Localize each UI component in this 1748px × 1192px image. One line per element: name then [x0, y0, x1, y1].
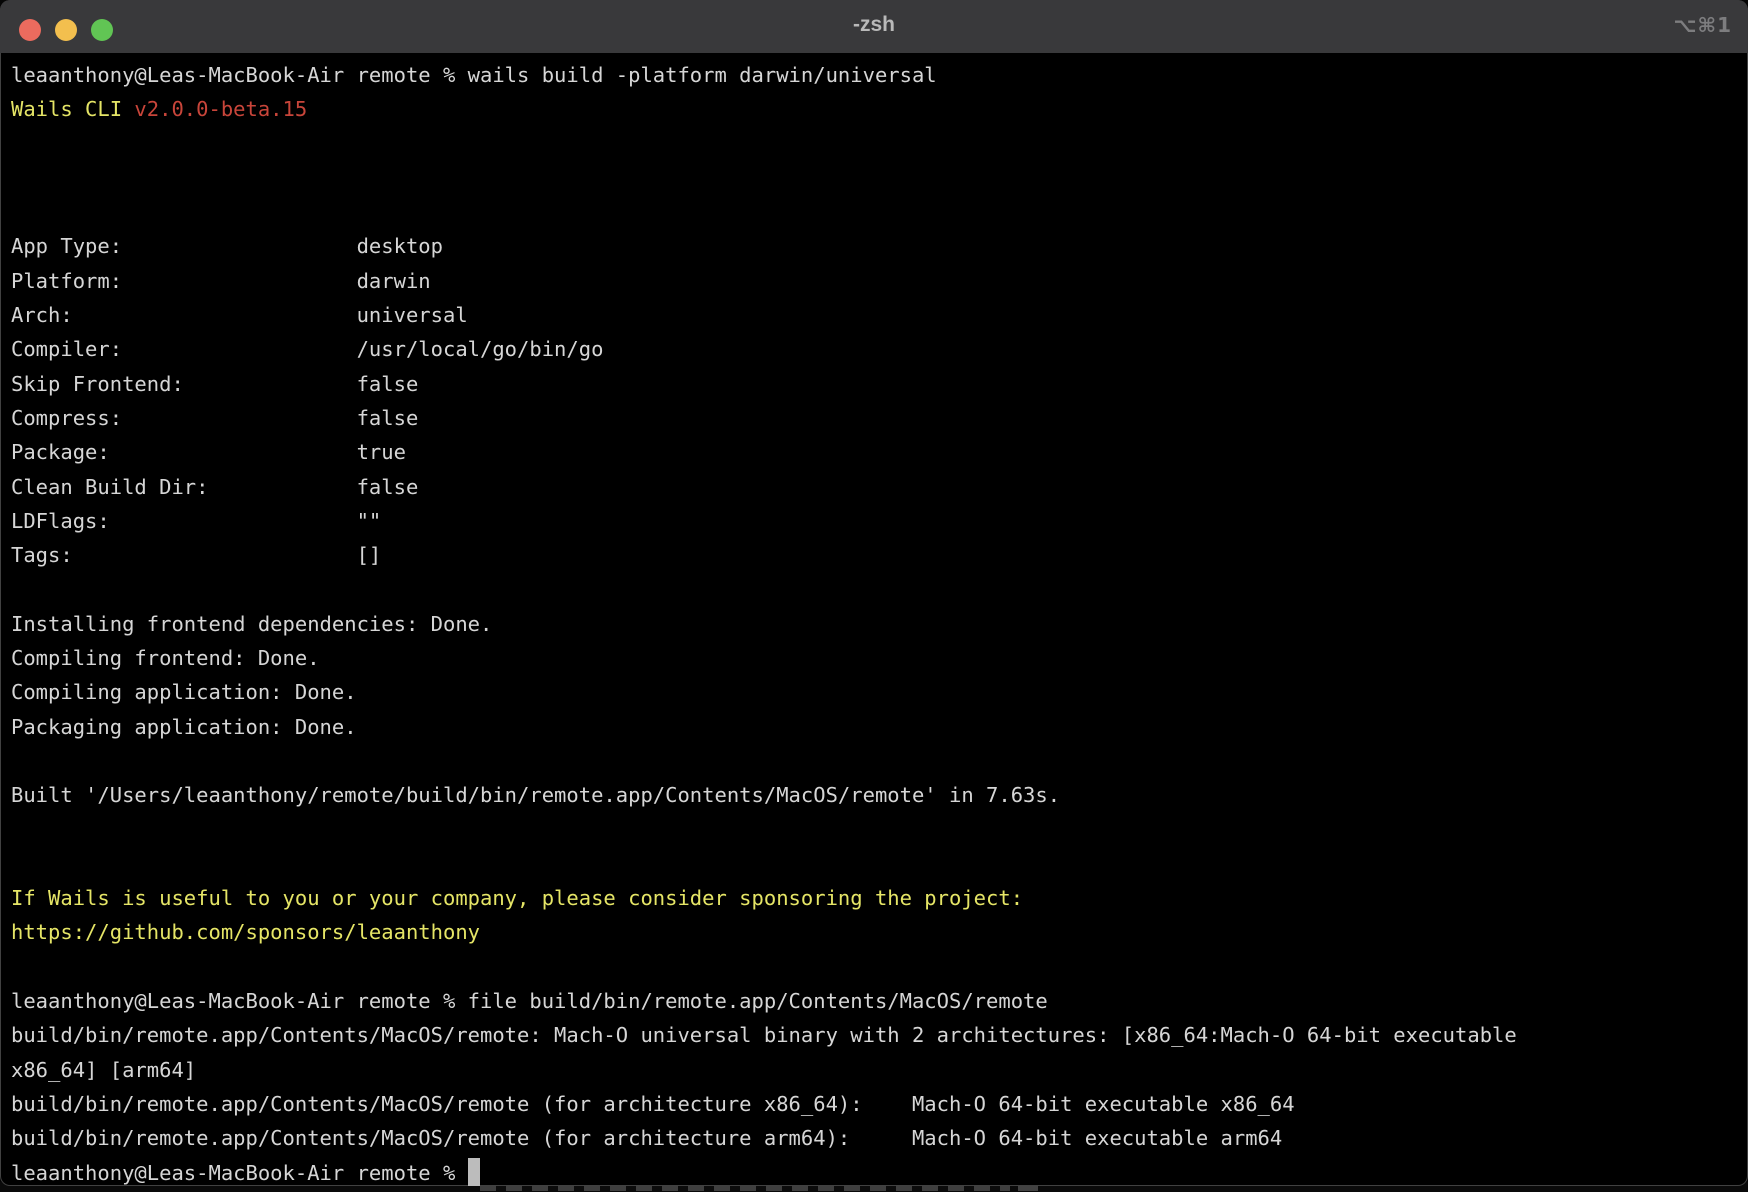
config-label: Compress: — [11, 406, 357, 430]
shell-prompt: leaanthony@Leas-MacBook-Air remote % — [11, 1161, 468, 1185]
config-value: false — [357, 475, 419, 499]
config-value: desktop — [357, 234, 443, 258]
terminal-text: Installing frontend dependencies: Done. — [11, 612, 492, 636]
terminal-text: leaanthony@Leas-MacBook-Air remote % fil… — [11, 989, 1048, 1013]
terminal-line: Clean Build Dir: false — [11, 470, 1748, 504]
terminal-line — [11, 950, 1748, 984]
config-value: universal — [357, 303, 468, 327]
keyboard-shortcut-badge: ⌥⌘1 — [1673, 13, 1732, 37]
desktop-background: -zsh ⌥⌘1 leaanthony@Leas-MacBook-Air rem… — [0, 0, 1748, 1192]
terminal-line: Installing frontend dependencies: Done. — [11, 607, 1748, 641]
terminal-line: leaanthony@Leas-MacBook-Air remote % — [11, 1156, 1748, 1187]
terminal-text: build/bin/remote.app/Contents/MacOS/remo… — [11, 1023, 1517, 1047]
config-label: Compiler: — [11, 337, 357, 361]
terminal-line — [11, 847, 1748, 881]
config-value: true — [357, 440, 406, 464]
config-value: /usr/local/go/bin/go — [357, 337, 604, 361]
terminal-line: If Wails is useful to you or your compan… — [11, 881, 1748, 915]
terminal-line: Arch: universal — [11, 298, 1748, 332]
config-label: Arch: — [11, 303, 357, 327]
terminal-text: x86_64] [arm64] — [11, 1058, 196, 1082]
terminal-line: Packaging application: Done. — [11, 710, 1748, 744]
terminal-line: Package: true — [11, 435, 1748, 469]
config-value: "" — [357, 509, 382, 533]
config-label: Clean Build Dir: — [11, 475, 357, 499]
terminal-line: build/bin/remote.app/Contents/MacOS/remo… — [11, 1018, 1748, 1052]
config-value: false — [357, 406, 419, 430]
terminal-line: LDFlags: "" — [11, 504, 1748, 538]
terminal-line: Compress: false — [11, 401, 1748, 435]
terminal-line: Skip Frontend: false — [11, 367, 1748, 401]
terminal-text: Compiling frontend: Done. — [11, 646, 320, 670]
terminal-text: leaanthony@Leas-MacBook-Air remote % wai… — [11, 63, 937, 87]
sponsor-url[interactable]: https://github.com/sponsors/leaanthony — [11, 920, 480, 944]
terminal-line — [11, 572, 1748, 606]
terminal-text: Wails CLI — [11, 97, 134, 121]
terminal-text: v2.0.0-beta.15 — [134, 97, 307, 121]
terminal-output[interactable]: leaanthony@Leas-MacBook-Air remote % wai… — [0, 53, 1748, 1186]
config-label: LDFlags: — [11, 509, 357, 533]
terminal-line — [11, 161, 1748, 195]
config-value: false — [357, 372, 419, 396]
config-label: Skip Frontend: — [11, 372, 357, 396]
terminal-text: Built '/Users/leaanthony/remote/build/bi… — [11, 783, 1060, 807]
terminal-line: build/bin/remote.app/Contents/MacOS/remo… — [11, 1087, 1748, 1121]
terminal-line: x86_64] [arm64] — [11, 1053, 1748, 1087]
config-value: darwin — [357, 269, 431, 293]
terminal-line: Tags: [] — [11, 538, 1748, 572]
terminal-text: build/bin/remote.app/Contents/MacOS/remo… — [11, 1092, 1295, 1116]
terminal-line: leaanthony@Leas-MacBook-Air remote % fil… — [11, 984, 1748, 1018]
config-label: Platform: — [11, 269, 357, 293]
terminal-line — [11, 195, 1748, 229]
terminal-line: App Type: desktop — [11, 229, 1748, 263]
config-label: Tags: — [11, 543, 357, 567]
terminal-line: leaanthony@Leas-MacBook-Air remote % wai… — [11, 58, 1748, 92]
terminal-line: https://github.com/sponsors/leaanthony — [11, 915, 1748, 949]
window-titlebar[interactable]: -zsh ⌥⌘1 — [0, 0, 1748, 53]
terminal-line — [11, 127, 1748, 161]
terminal-line: Built '/Users/leaanthony/remote/build/bi… — [11, 778, 1748, 812]
config-value: [] — [357, 543, 382, 567]
terminal-line: Compiling application: Done. — [11, 675, 1748, 709]
terminal-line — [11, 813, 1748, 847]
terminal-line: build/bin/remote.app/Contents/MacOS/remo… — [11, 1121, 1748, 1155]
terminal-text: Packaging application: Done. — [11, 715, 357, 739]
terminal-line: Platform: darwin — [11, 264, 1748, 298]
terminal-window: -zsh ⌥⌘1 leaanthony@Leas-MacBook-Air rem… — [0, 0, 1748, 1186]
terminal-line: Compiler: /usr/local/go/bin/go — [11, 332, 1748, 366]
terminal-text: build/bin/remote.app/Contents/MacOS/remo… — [11, 1126, 1282, 1150]
terminal-text: If Wails is useful to you or your compan… — [11, 886, 1023, 910]
config-label: Package: — [11, 440, 357, 464]
terminal-line: Wails CLI v2.0.0-beta.15 — [11, 92, 1748, 126]
terminal-cursor — [468, 1158, 480, 1186]
window-title: -zsh — [0, 13, 1748, 37]
terminal-text: Compiling application: Done. — [11, 680, 357, 704]
config-label: App Type: — [11, 234, 357, 258]
terminal-line: Compiling frontend: Done. — [11, 641, 1748, 675]
terminal-line — [11, 744, 1748, 778]
